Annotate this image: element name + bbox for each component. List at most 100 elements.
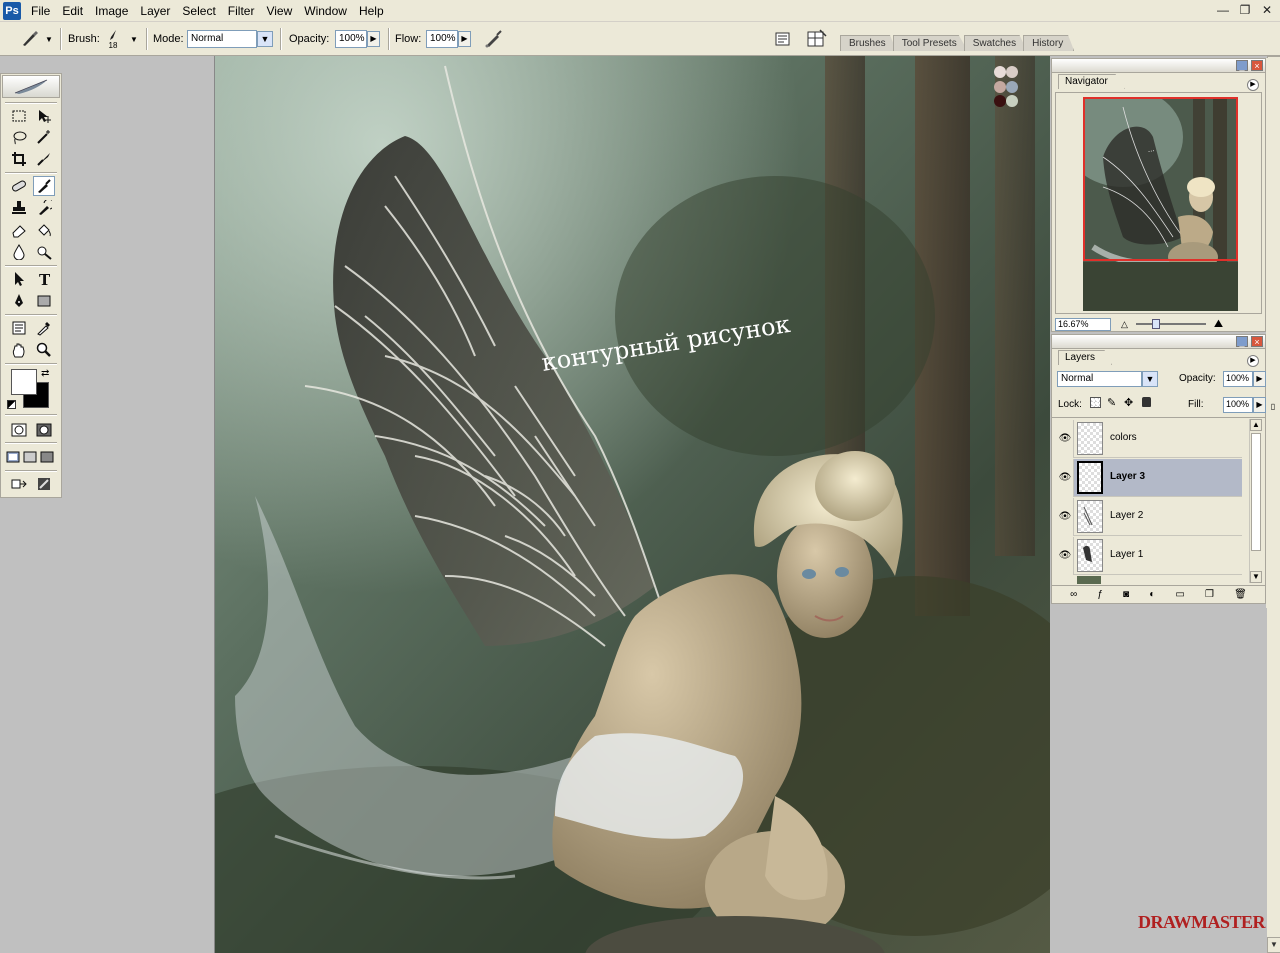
palette-well-toggle-button[interactable]: [806, 22, 828, 56]
airbrush-button[interactable]: [483, 22, 505, 56]
full-screen-menu-mode-button[interactable]: [22, 447, 38, 467]
flow-input[interactable]: 100%: [426, 30, 458, 48]
paint-bucket-tool[interactable]: [33, 220, 55, 240]
scroll-down-icon[interactable]: ▼: [1267, 937, 1280, 953]
standard-mode-button[interactable]: [8, 420, 30, 440]
rectangle-tool[interactable]: [33, 291, 55, 311]
layer-style-icon[interactable]: ƒ: [1097, 589, 1103, 600]
layer-row[interactable]: 👁 colors: [1054, 420, 1242, 458]
navigator-title-bar[interactable]: _ ×: [1052, 59, 1265, 73]
minimize-panel-icon[interactable]: _: [1236, 336, 1248, 347]
menu-layer[interactable]: Layer: [134, 0, 176, 22]
move-tool[interactable]: [33, 106, 55, 126]
type-tool[interactable]: T: [33, 269, 55, 289]
brush-picker-chevron-icon[interactable]: ▼: [130, 35, 138, 44]
menu-view[interactable]: View: [260, 0, 298, 22]
menu-filter[interactable]: Filter: [222, 0, 261, 22]
menu-help[interactable]: Help: [353, 0, 390, 22]
well-tab-tool-presets[interactable]: Tool Presets: [892, 35, 968, 51]
zoom-out-mountain-icon[interactable]: △: [1121, 319, 1128, 330]
default-colors-icon[interactable]: [7, 400, 16, 409]
mode-select[interactable]: Normal ▼: [187, 22, 273, 56]
blend-mode-select[interactable]: Normal ▼: [1057, 371, 1158, 387]
zoom-in-mountain-icon[interactable]: ⛰: [1214, 318, 1223, 331]
slice-tool[interactable]: [33, 149, 55, 169]
delete-layer-trash-icon[interactable]: 🗑: [1234, 589, 1247, 600]
blur-tool[interactable]: [8, 242, 30, 262]
fill-input[interactable]: 100%: [1223, 397, 1253, 413]
zoom-slider-thumb[interactable]: [1152, 319, 1161, 329]
marquee-tool[interactable]: [8, 106, 30, 126]
brush-picker[interactable]: 18: [108, 22, 118, 56]
menu-file[interactable]: File: [25, 0, 56, 22]
eye-visibility-icon[interactable]: 👁: [1058, 511, 1072, 523]
clone-stamp-tool[interactable]: [8, 198, 30, 218]
magic-wand-tool[interactable]: [33, 127, 55, 147]
close-panel-icon[interactable]: ×: [1251, 336, 1263, 347]
layers-title-bar[interactable]: _ ×: [1052, 335, 1265, 349]
tab-layers[interactable]: Layers: [1058, 350, 1113, 365]
zoom-slider[interactable]: [1135, 319, 1206, 329]
layers-scrollbar[interactable]: ▲ ▼: [1249, 419, 1262, 583]
scroll-up-icon[interactable]: ▲: [1250, 419, 1262, 431]
photoshop-app-icon[interactable]: Ps: [3, 1, 21, 20]
close-button[interactable]: ✕: [1258, 2, 1276, 18]
quick-mask-mode-button[interactable]: [33, 420, 55, 440]
opacity-input[interactable]: 100%: [335, 30, 367, 48]
well-tab-brushes[interactable]: Brushes: [840, 35, 897, 51]
minimize-panel-icon[interactable]: _: [1236, 60, 1248, 71]
adjustment-layer-icon[interactable]: ◐: [1149, 589, 1155, 600]
brush-tool[interactable]: [33, 176, 55, 196]
tab-navigator[interactable]: Navigator: [1058, 74, 1125, 89]
minimize-button[interactable]: —: [1214, 2, 1232, 18]
lock-pixels-brush-icon[interactable]: ✎: [1107, 396, 1116, 409]
menu-image[interactable]: Image: [89, 0, 134, 22]
pen-tool[interactable]: [8, 291, 30, 311]
lock-all-padlock-icon[interactable]: [1142, 397, 1151, 407]
layers-menu-icon[interactable]: ▶: [1247, 355, 1259, 367]
zoom-tool[interactable]: [33, 340, 55, 360]
layer-row[interactable]: 👁 Layer 1: [1054, 537, 1242, 575]
flow-slider-arrow-icon[interactable]: ▶: [458, 31, 471, 47]
restore-button[interactable]: ❐: [1236, 2, 1254, 18]
add-mask-icon[interactable]: ◙: [1123, 589, 1129, 600]
navigator-menu-icon[interactable]: ▶: [1247, 79, 1259, 91]
path-selection-tool[interactable]: [8, 269, 30, 289]
lock-transparency-icon[interactable]: [1090, 397, 1101, 408]
eye-visibility-icon[interactable]: 👁: [1058, 472, 1072, 484]
crop-tool[interactable]: [8, 149, 30, 169]
hand-tool[interactable]: [8, 340, 30, 360]
menu-window[interactable]: Window: [298, 0, 353, 22]
notes-tool[interactable]: [8, 318, 30, 338]
eye-visibility-icon[interactable]: 👁: [1058, 550, 1072, 562]
opacity-slider-arrow-icon[interactable]: ▶: [367, 31, 380, 47]
navigator-view-box[interactable]: [1083, 97, 1238, 261]
layer-opacity-input[interactable]: 100%: [1223, 371, 1253, 387]
tool-preset-picker[interactable]: ▼: [20, 22, 53, 56]
new-group-folder-icon[interactable]: ▭: [1175, 589, 1184, 600]
jump-to-imageready-button[interactable]: [8, 474, 30, 494]
standard-screen-mode-button[interactable]: [5, 447, 21, 467]
document-canvas[interactable]: контурный рисунок: [214, 56, 1050, 953]
menu-select[interactable]: Select: [176, 0, 221, 22]
lock-position-move-icon[interactable]: ✥: [1124, 396, 1133, 409]
close-panel-icon[interactable]: ×: [1251, 60, 1263, 71]
well-tab-history[interactable]: History: [1023, 35, 1075, 51]
eyedropper-tool[interactable]: [33, 318, 55, 338]
new-layer-icon[interactable]: ❐: [1205, 589, 1214, 600]
history-brush-tool[interactable]: [33, 198, 55, 218]
foreground-color-swatch-top[interactable]: [11, 369, 37, 395]
layer-opacity-arrow-icon[interactable]: ▶: [1253, 371, 1266, 387]
healing-brush-tool[interactable]: [8, 176, 30, 196]
dodge-tool[interactable]: [33, 242, 55, 262]
eraser-tool[interactable]: [8, 220, 30, 240]
layer-row-selected[interactable]: 👁 Layer 3: [1054, 459, 1242, 497]
zoom-input[interactable]: 16.67%: [1055, 317, 1111, 331]
panel-dock-scrollbar[interactable]: ▯: [1266, 58, 1280, 608]
file-browser-button[interactable]: [774, 22, 792, 56]
layers-scroll-thumb[interactable]: [1251, 433, 1261, 551]
fill-arrow-icon[interactable]: ▶: [1253, 397, 1266, 413]
full-screen-mode-button[interactable]: [39, 447, 55, 467]
lasso-tool[interactable]: [8, 127, 30, 147]
toolbox-header[interactable]: [2, 75, 60, 98]
